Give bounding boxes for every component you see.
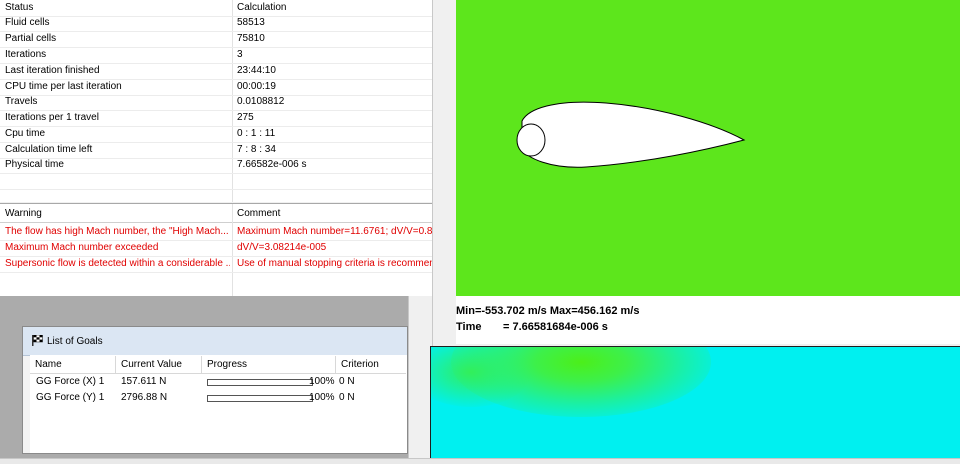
goal-progress-bar [207,395,313,402]
table-row[interactable]: Last iteration finished 23:44:10 [0,63,432,80]
warning-text: Supersonic flow is detected within a con… [5,258,230,269]
table-row[interactable]: Iterations 3 [0,47,432,64]
warning-text: The flow has high Mach number, the "High… [5,226,229,237]
row-name: Iterations [5,49,47,60]
goals-column-header[interactable]: Criterion [336,356,406,374]
warning-row[interactable]: The flow has high Mach number, the "High… [0,224,432,241]
airfoil-contour [516,101,746,168]
row-value: 58513 [237,17,265,28]
table-row[interactable]: Iterations per 1 travel 275 [0,110,432,127]
goal-row[interactable]: GG Force (Y) 1 2796.88 N 100% 0 N [30,391,407,406]
goals-table: Name Current Value Progress Criterion GG… [30,355,407,453]
row-value: 0 : 1 : 11 [237,128,276,139]
status-bar [0,458,960,464]
warning-column-header[interactable]: Warning [5,208,230,219]
table-row[interactable]: Fluid cells 58513 [0,15,432,32]
row-value: 275 [237,112,254,123]
table-row[interactable]: Partial cells 75810 [0,31,432,48]
status-value: Calculation [237,2,287,13]
time-label: Time [456,321,482,333]
warning-comment: Use of manual stopping criteria is recom… [237,258,432,269]
plot-legend-area: Min=-553.702 m/s Max=456.162 m/s Time = … [456,296,960,344]
row-value: 00:00:19 [237,81,276,92]
column-label: Current Value [121,359,182,370]
goals-title-bar[interactable]: List of Goals [23,327,407,356]
warning-row[interactable]: Maximum Mach number exceeded dV/V=3.0821… [0,240,432,257]
warning-comment: Maximum Mach number=11.6761; dV/V=0.8 [237,226,432,237]
goal-current-value: 157.611 N [121,376,167,387]
row-value: 23:44:10 [237,65,276,76]
goal-criterion: 0 N [339,376,355,387]
row-name: Fluid cells [5,17,50,28]
row-name: Partial cells [5,33,57,44]
goal-progress-text: 100% [309,392,335,403]
goals-column-header[interactable]: Name [30,356,116,374]
warning-comment: dV/V=3.08214e-005 [237,242,327,253]
goals-column-header[interactable]: Current Value [116,356,202,374]
goal-current-value: 2796.88 N [121,392,168,403]
row-name: Last iteration finished [5,65,100,76]
column-label: Name [35,359,62,370]
row-value: 0.0108812 [237,96,285,107]
checkered-flag-icon [32,334,43,346]
warnings-table: Warning Comment The flow has high Mach n… [0,203,433,296]
comment-column-header[interactable]: Comment [237,208,432,219]
velocity-cut-plot[interactable] [456,0,960,296]
row-name: Travels [5,96,38,107]
progress-fill [208,380,312,385]
goal-criterion: 0 N [339,392,355,403]
row-value: 75810 [237,33,265,44]
row-name: Physical time [5,159,64,170]
status-label: Status [5,2,34,13]
table-row[interactable]: Travels 0.0108812 [0,94,432,111]
goals-column-header[interactable]: Progress [202,356,336,374]
min-max-readout: Min=-553.702 m/s Max=456.162 m/s [456,305,640,317]
goal-name: GG Force (X) 1 [36,376,105,387]
row-name: Cpu time [5,128,46,139]
goals-title: List of Goals [47,336,103,347]
row-name: Iterations per 1 travel [5,112,99,123]
pressure-cut-plot[interactable] [430,346,960,464]
table-row[interactable]: Physical time 7.66582e-006 s [0,157,432,174]
column-label: Criterion [341,359,379,370]
column-label: Progress [207,359,248,370]
goal-progress-text: 100% [309,376,335,387]
solver-info-table: Status Calculation Fluid cells 58513 Par… [0,0,433,202]
warning-text: Maximum Mach number exceeded [5,242,159,253]
warning-row[interactable]: Supersonic flow is detected within a con… [0,256,432,273]
goal-name: GG Force (Y) 1 [36,392,105,403]
progress-fill [208,396,312,401]
list-of-goals-window[interactable]: List of Goals Name Current Value Progres… [22,326,408,454]
row-name: CPU time per last iteration [5,81,122,92]
row-value: 3 [237,49,243,60]
row-name: Calculation time left [5,144,93,155]
empty-row [0,173,432,190]
warnings-header: Warning Comment [0,206,432,223]
table-row[interactable]: Cpu time 0 : 1 : 11 [0,126,432,143]
row-value: 7 : 8 : 34 [237,144,276,155]
time-value: = 7.66581684e-006 s [503,321,608,333]
goal-progress-bar [207,379,313,386]
row-value: 7.66582e-006 s [237,159,307,170]
goal-row[interactable]: GG Force (X) 1 157.611 N 100% 0 N [30,375,407,390]
